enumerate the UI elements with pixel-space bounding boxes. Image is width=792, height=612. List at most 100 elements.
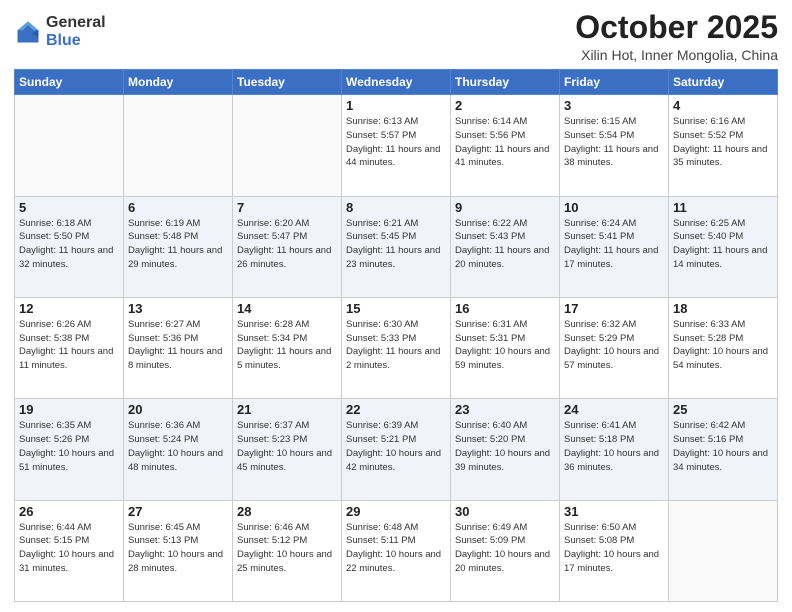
col-saturday: Saturday: [669, 70, 778, 95]
day-number: 8: [346, 200, 446, 215]
table-row: 6Sunrise: 6:19 AM Sunset: 5:48 PM Daylig…: [124, 196, 233, 297]
location-subtitle: Xilin Hot, Inner Mongolia, China: [575, 47, 778, 63]
day-info: Sunrise: 6:20 AM Sunset: 5:47 PM Dayligh…: [237, 217, 337, 272]
day-number: 16: [455, 301, 555, 316]
day-info: Sunrise: 6:28 AM Sunset: 5:34 PM Dayligh…: [237, 318, 337, 373]
day-number: 23: [455, 402, 555, 417]
day-info: Sunrise: 6:44 AM Sunset: 5:15 PM Dayligh…: [19, 521, 119, 576]
day-number: 9: [455, 200, 555, 215]
col-thursday: Thursday: [451, 70, 560, 95]
table-row: 8 Sunrise: 6:21 AM Sunset: 5:45 PM Daylig…: [342, 196, 451, 297]
day-number: 24: [564, 402, 664, 417]
day-number: 12: [19, 301, 119, 316]
day-info: Sunrise: 6:25 AM Sunset: 5:40 PM Dayligh…: [673, 217, 773, 272]
col-tuesday: Tuesday: [233, 70, 342, 95]
logo: General Blue: [14, 14, 106, 49]
calendar-week-row: 5Sunrise: 6:18 AM Sunset: 5:50 PM Daylig…: [15, 196, 778, 297]
col-wednesday: Wednesday: [342, 70, 451, 95]
day-number: 30: [455, 504, 555, 519]
table-row: 1Sunrise: 6:13 AM Sunset: 5:57 PM Daylig…: [342, 95, 451, 196]
table-row: 7 Sunrise: 6:20 AM Sunset: 5:47 PM Daylig…: [233, 196, 342, 297]
day-number: 29: [346, 504, 446, 519]
day-number: 27: [128, 504, 228, 519]
day-info: Sunrise: 6:48 AM Sunset: 5:11 PM Dayligh…: [346, 521, 446, 576]
weekday-header-row: Sunday Monday Tuesday Wednesday Thursday…: [15, 70, 778, 95]
day-info: Sunrise: 6:41 AM Sunset: 5:18 PM Dayligh…: [564, 419, 664, 474]
day-info: Sunrise: 6:40 AM Sunset: 5:20 PM Dayligh…: [455, 419, 555, 474]
table-row: 24 Sunrise: 6:41 AM Sunset: 5:18 PM Dayli…: [560, 399, 669, 500]
day-number: 21: [237, 402, 337, 417]
day-info: Sunrise: 6:15 AM Sunset: 5:54 PM Dayligh…: [564, 115, 664, 170]
day-number: 3: [564, 98, 664, 113]
day-number: 31: [564, 504, 664, 519]
day-info: Sunrise: 6:18 AM Sunset: 5:50 PM Dayligh…: [19, 217, 119, 272]
table-row: 16 Sunrise: 6:31 AM Sunset: 5:31 PM Dayli…: [451, 297, 560, 398]
day-number: 15: [346, 301, 446, 316]
day-number: 7: [237, 200, 337, 215]
table-row: 4Sunrise: 6:16 AM Sunset: 5:52 PM Daylig…: [669, 95, 778, 196]
day-number: 22: [346, 402, 446, 417]
table-row: 3 Sunrise: 6:15 AM Sunset: 5:54 PM Daylig…: [560, 95, 669, 196]
logo-icon: [14, 18, 42, 46]
month-title: October 2025: [575, 10, 778, 45]
table-row: 26 Sunrise: 6:44 AM Sunset: 5:15 PM Dayli…: [15, 500, 124, 601]
day-number: 6: [128, 200, 228, 215]
day-number: 4: [673, 98, 773, 113]
calendar-week-row: 19Sunrise: 6:35 AM Sunset: 5:26 PM Dayli…: [15, 399, 778, 500]
day-info: Sunrise: 6:37 AM Sunset: 5:23 PM Dayligh…: [237, 419, 337, 474]
day-info: Sunrise: 6:21 AM Sunset: 5:45 PM Dayligh…: [346, 217, 446, 272]
table-row: 25Sunrise: 6:42 AM Sunset: 5:16 PM Dayli…: [669, 399, 778, 500]
day-number: 1: [346, 98, 446, 113]
day-number: 14: [237, 301, 337, 316]
table-row: [124, 95, 233, 196]
calendar-week-row: 1Sunrise: 6:13 AM Sunset: 5:57 PM Daylig…: [15, 95, 778, 196]
table-row: 12 Sunrise: 6:26 AM Sunset: 5:38 PM Dayli…: [15, 297, 124, 398]
day-number: 13: [128, 301, 228, 316]
day-info: Sunrise: 6:45 AM Sunset: 5:13 PM Dayligh…: [128, 521, 228, 576]
day-number: 2: [455, 98, 555, 113]
day-info: Sunrise: 6:27 AM Sunset: 5:36 PM Dayligh…: [128, 318, 228, 373]
table-row: 14 Sunrise: 6:28 AM Sunset: 5:34 PM Dayli…: [233, 297, 342, 398]
header: General Blue October 2025 Xilin Hot, Inn…: [14, 10, 778, 63]
table-row: 31 Sunrise: 6:50 AM Sunset: 5:08 PM Dayli…: [560, 500, 669, 601]
table-row: 28 Sunrise: 6:46 AM Sunset: 5:12 PM Dayli…: [233, 500, 342, 601]
day-number: 28: [237, 504, 337, 519]
day-info: Sunrise: 6:26 AM Sunset: 5:38 PM Dayligh…: [19, 318, 119, 373]
logo-blue-text: Blue: [46, 32, 106, 50]
calendar: Sunday Monday Tuesday Wednesday Thursday…: [14, 69, 778, 602]
day-number: 20: [128, 402, 228, 417]
table-row: 23 Sunrise: 6:40 AM Sunset: 5:20 PM Dayli…: [451, 399, 560, 500]
table-row: 22 Sunrise: 6:39 AM Sunset: 5:21 PM Dayli…: [342, 399, 451, 500]
logo-general-text: General: [46, 14, 106, 32]
table-row: 27 Sunrise: 6:45 AM Sunset: 5:13 PM Dayli…: [124, 500, 233, 601]
table-row: 13 Sunrise: 6:27 AM Sunset: 5:36 PM Dayli…: [124, 297, 233, 398]
day-info: Sunrise: 6:14 AM Sunset: 5:56 PM Dayligh…: [455, 115, 555, 170]
day-info: Sunrise: 6:49 AM Sunset: 5:09 PM Dayligh…: [455, 521, 555, 576]
day-info: Sunrise: 6:30 AM Sunset: 5:33 PM Dayligh…: [346, 318, 446, 373]
logo-text: General Blue: [46, 14, 106, 49]
calendar-week-row: 12 Sunrise: 6:26 AM Sunset: 5:38 PM Dayli…: [15, 297, 778, 398]
table-row: 9Sunrise: 6:22 AM Sunset: 5:43 PM Daylig…: [451, 196, 560, 297]
day-info: Sunrise: 6:24 AM Sunset: 5:41 PM Dayligh…: [564, 217, 664, 272]
day-info: Sunrise: 6:46 AM Sunset: 5:12 PM Dayligh…: [237, 521, 337, 576]
table-row: 30 Sunrise: 6:49 AM Sunset: 5:09 PM Dayli…: [451, 500, 560, 601]
day-number: 26: [19, 504, 119, 519]
col-sunday: Sunday: [15, 70, 124, 95]
day-info: Sunrise: 6:31 AM Sunset: 5:31 PM Dayligh…: [455, 318, 555, 373]
day-number: 10: [564, 200, 664, 215]
day-number: 19: [19, 402, 119, 417]
day-number: 17: [564, 301, 664, 316]
table-row: [15, 95, 124, 196]
table-row: [669, 500, 778, 601]
title-block: October 2025 Xilin Hot, Inner Mongolia, …: [575, 10, 778, 63]
day-info: Sunrise: 6:39 AM Sunset: 5:21 PM Dayligh…: [346, 419, 446, 474]
table-row: 2 Sunrise: 6:14 AM Sunset: 5:56 PM Daylig…: [451, 95, 560, 196]
day-number: 18: [673, 301, 773, 316]
day-info: Sunrise: 6:36 AM Sunset: 5:24 PM Dayligh…: [128, 419, 228, 474]
table-row: 15 Sunrise: 6:30 AM Sunset: 5:33 PM Dayli…: [342, 297, 451, 398]
table-row: 19Sunrise: 6:35 AM Sunset: 5:26 PM Dayli…: [15, 399, 124, 500]
calendar-week-row: 26 Sunrise: 6:44 AM Sunset: 5:15 PM Dayli…: [15, 500, 778, 601]
table-row: 11Sunrise: 6:25 AM Sunset: 5:40 PM Dayli…: [669, 196, 778, 297]
table-row: 18Sunrise: 6:33 AM Sunset: 5:28 PM Dayli…: [669, 297, 778, 398]
day-info: Sunrise: 6:50 AM Sunset: 5:08 PM Dayligh…: [564, 521, 664, 576]
